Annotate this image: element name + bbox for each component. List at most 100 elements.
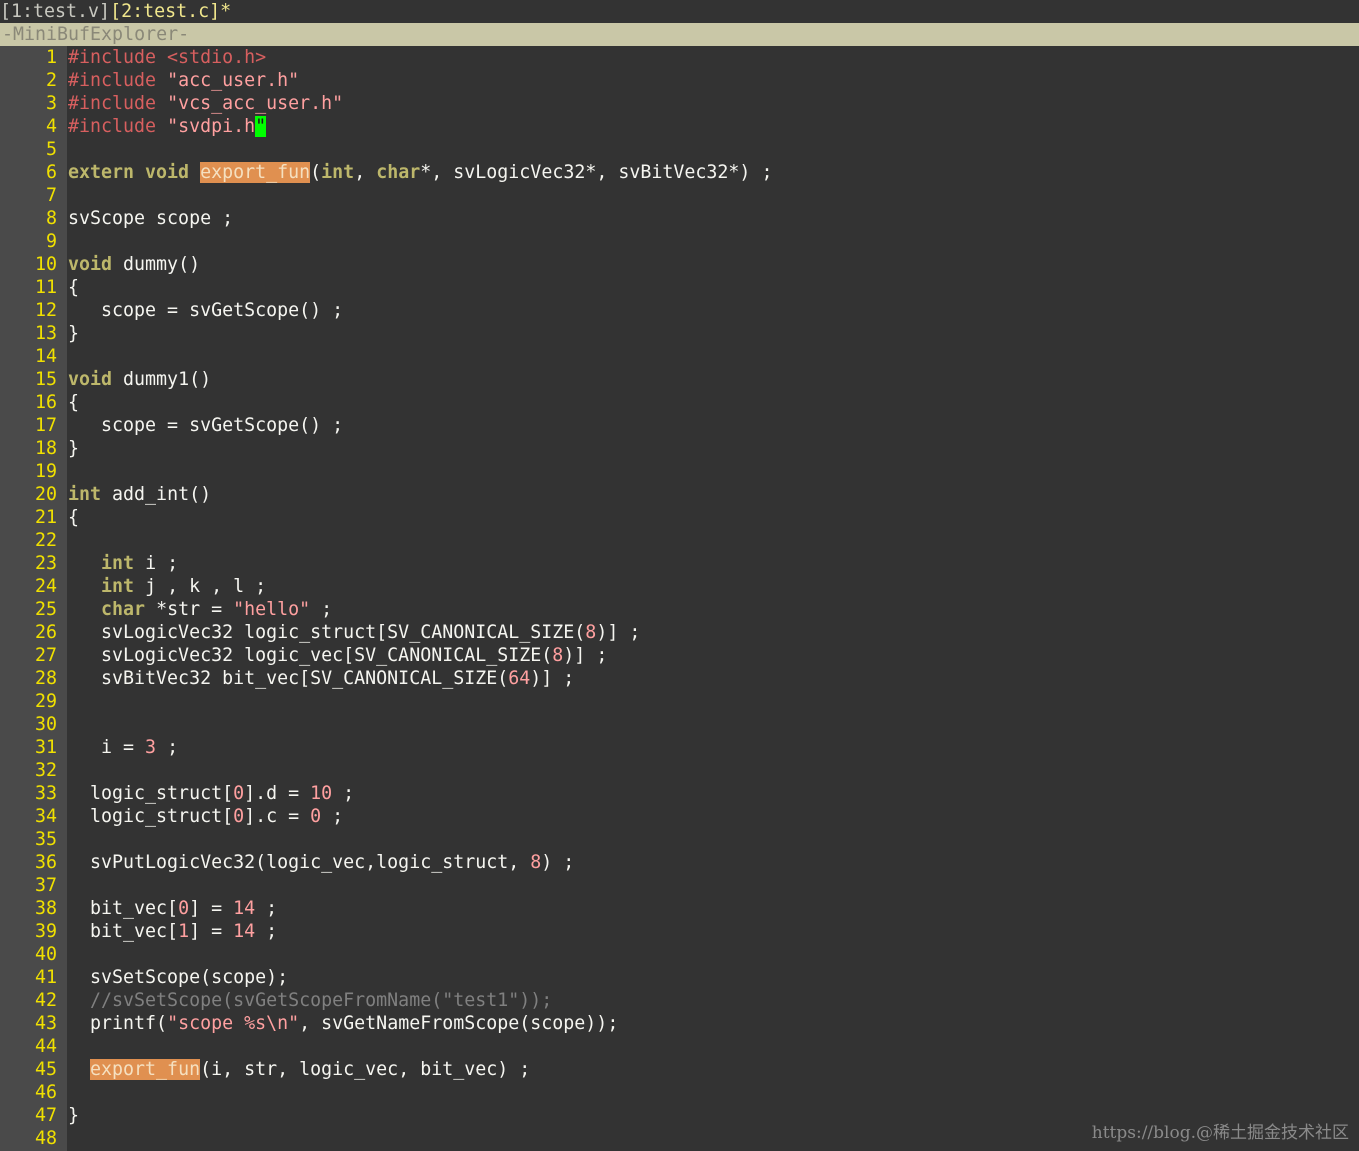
code-token: bit_vec[ xyxy=(68,921,179,942)
minibufexplorer-status: -MiniBufExplorer- xyxy=(0,23,1359,46)
code-line[interactable]: 32 xyxy=(0,759,1359,782)
code-line[interactable]: 7 xyxy=(0,184,1359,207)
code-line[interactable]: 8 svScope scope ; xyxy=(0,207,1359,230)
line-number: 48 xyxy=(34,1128,57,1149)
code-token: 0 xyxy=(233,783,245,804)
code-token: 10 xyxy=(310,783,333,804)
code-line[interactable]: 10 void dummy() xyxy=(0,253,1359,276)
editor-text-area[interactable]: 1 #include <stdio.h> 2 #include "acc_user.h… xyxy=(0,46,1359,1150)
buffer-tab-1[interactable]: [1:test.v] xyxy=(0,1,110,22)
line-number: 27 xyxy=(34,645,57,666)
code-line[interactable]: 21 { xyxy=(0,506,1359,529)
code-line[interactable]: 31 i = 3 ; xyxy=(0,736,1359,759)
code-line[interactable]: 29 xyxy=(0,690,1359,713)
code-token: )] ; xyxy=(563,645,608,666)
code-line[interactable]: 6 extern void export_fun(int, char*, svLo… xyxy=(0,161,1359,184)
code-token: extern void xyxy=(68,162,190,183)
code-token: dummy1() xyxy=(112,369,212,390)
code-line[interactable]: 1 #include <stdio.h> xyxy=(0,46,1359,69)
code-line[interactable]: 25 char *str = "hello" ; xyxy=(0,598,1359,621)
code-line[interactable]: 14 xyxy=(0,345,1359,368)
code-token: i ; xyxy=(134,553,179,574)
line-number: 29 xyxy=(34,691,57,712)
code-line[interactable]: 12 scope = svGetScope() ; xyxy=(0,299,1359,322)
text-cursor: " xyxy=(255,116,267,137)
code-line[interactable]: 44 xyxy=(0,1035,1359,1058)
code-line[interactable]: 22 xyxy=(0,529,1359,552)
code-line[interactable]: 18} xyxy=(0,437,1359,460)
code-token: { xyxy=(68,392,80,413)
code-line[interactable]: 16 { xyxy=(0,391,1359,414)
code-token: svSetScope(scope); xyxy=(68,967,289,988)
code-line[interactable]: 13} xyxy=(0,322,1359,345)
code-token: 0 xyxy=(178,898,190,919)
line-number: 19 xyxy=(34,461,57,482)
code-line[interactable]: 27 svLogicVec32 logic_vec[SV_CANONICAL_S… xyxy=(0,644,1359,667)
code-token: void xyxy=(68,254,113,275)
line-number: 30 xyxy=(34,714,57,735)
code-line[interactable]: 5 xyxy=(0,138,1359,161)
code-line[interactable]: 4 #include "svdpi.h" xyxy=(0,115,1359,138)
line-number: 20 xyxy=(34,484,57,505)
code-line[interactable]: 39 bit_vec[1] = 14 ; xyxy=(0,920,1359,943)
code-token: 8 xyxy=(552,645,564,666)
code-token: ; xyxy=(255,921,278,942)
code-token: logic_struct[ xyxy=(68,806,234,827)
code-line[interactable]: 38 bit_vec[0] = 14 ; xyxy=(0,897,1359,920)
line-number: 41 xyxy=(34,967,57,988)
code-line[interactable]: 26 svLogicVec32 logic_struct[SV_CANONICA… xyxy=(0,621,1359,644)
code-token: ].c = xyxy=(244,806,311,827)
code-line[interactable]: 23 int i ; xyxy=(0,552,1359,575)
code-line[interactable]: 3 #include "vcs_acc_user.h" xyxy=(0,92,1359,115)
line-number: 17 xyxy=(34,415,57,436)
code-line[interactable]: 24 int j , k , l ; xyxy=(0,575,1359,598)
line-number: 47 xyxy=(34,1105,57,1126)
code-line[interactable]: 17 scope = svGetScope() ; xyxy=(0,414,1359,437)
code-line[interactable]: 46 xyxy=(0,1081,1359,1104)
code-line[interactable]: 43 printf("scope %s\n", svGetNameFromSco… xyxy=(0,1012,1359,1035)
code-token: )] ; xyxy=(596,622,641,643)
line-number: 12 xyxy=(34,300,57,321)
line-number: 33 xyxy=(34,783,57,804)
code-line[interactable]: 42 //svSetScope(svGetScopeFromName("test… xyxy=(0,989,1359,1012)
line-number: 23 xyxy=(34,553,57,574)
code-line[interactable]: 37 xyxy=(0,874,1359,897)
code-token: "hello" xyxy=(233,599,311,620)
code-token: logic_struct[ xyxy=(68,783,234,804)
line-number: 24 xyxy=(34,576,57,597)
code-line[interactable]: 35 xyxy=(0,828,1359,851)
code-line[interactable]: 45 export_fun(i, str, logic_vec, bit_vec… xyxy=(0,1058,1359,1081)
code-line[interactable]: 11 { xyxy=(0,276,1359,299)
code-token: 14 xyxy=(233,921,256,942)
code-line[interactable]: 20 int add_int() xyxy=(0,483,1359,506)
code-line[interactable]: 40 xyxy=(0,943,1359,966)
code-token: char xyxy=(101,599,146,620)
code-line[interactable]: 19 xyxy=(0,460,1359,483)
code-token: svLogicVec32 logic_struct[SV_CANONICAL_S… xyxy=(68,622,586,643)
line-number: 46 xyxy=(34,1082,57,1103)
code-token: *str = xyxy=(145,599,234,620)
code-line[interactable]: 2 #include "acc_user.h" xyxy=(0,69,1359,92)
code-line[interactable]: 36 svPutLogicVec32(logic_vec,logic_struc… xyxy=(0,851,1359,874)
code-line[interactable]: 34 logic_struct[0].c = 0 ; xyxy=(0,805,1359,828)
buffer-tab-2[interactable]: [2:test.c]* xyxy=(110,1,231,22)
code-line[interactable]: 30 xyxy=(0,713,1359,736)
code-token: //svSetScope(svGetScopeFromName("test1")… xyxy=(68,990,553,1011)
line-number: 6 xyxy=(45,162,57,183)
code-token: 8 xyxy=(585,622,597,643)
code-line[interactable]: 15 void dummy1() xyxy=(0,368,1359,391)
code-line[interactable]: 9 xyxy=(0,230,1359,253)
code-token: ) ; xyxy=(541,852,575,873)
code-line[interactable]: 33 logic_struct[0].d = 10 ; xyxy=(0,782,1359,805)
code-line[interactable]: 41 svSetScope(scope); xyxy=(0,966,1359,989)
code-token: { xyxy=(68,277,80,298)
code-line[interactable]: 28 svBitVec32 bit_vec[SV_CANONICAL_SIZE(… xyxy=(0,667,1359,690)
code-token: ; xyxy=(321,806,344,827)
code-token: j , k , l ; xyxy=(134,576,267,597)
line-number: 18 xyxy=(34,438,57,459)
line-number: 39 xyxy=(34,921,57,942)
line-number: 3 xyxy=(45,93,57,114)
code-token: svScope scope ; xyxy=(68,208,234,229)
code-token: ; xyxy=(332,783,355,804)
